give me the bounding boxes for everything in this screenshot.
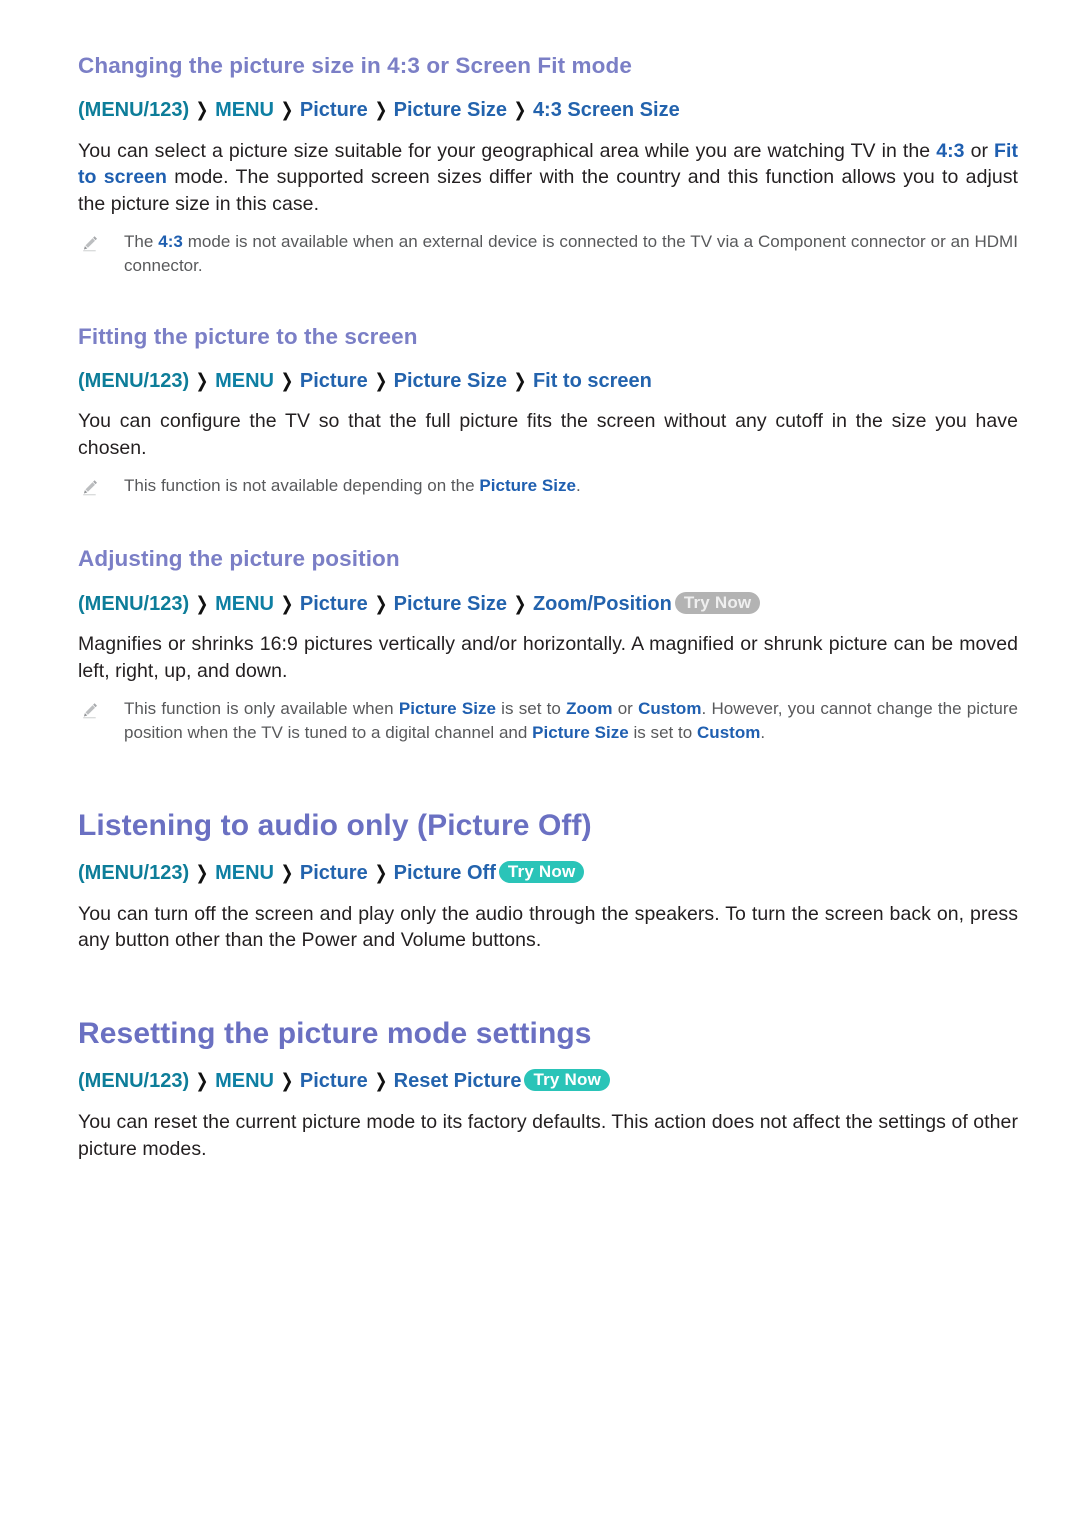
subsection-heading: Fitting the picture to the screen bbox=[78, 323, 418, 349]
breadcrumb-item[interactable]: Picture Size bbox=[394, 370, 507, 392]
try-now-badge[interactable]: Try Now bbox=[674, 591, 761, 614]
breadcrumb-item[interactable]: Picture bbox=[300, 99, 368, 121]
breadcrumb-paren-open: ( bbox=[78, 99, 85, 122]
inline-highlight: Picture Size bbox=[398, 699, 496, 719]
breadcrumb-item[interactable]: Picture bbox=[300, 862, 368, 884]
chevron-right-icon: ❯ bbox=[195, 1071, 209, 1093]
document-content: Changing the picture size in 4:3 or Scre… bbox=[78, 52, 1018, 1162]
note-text: The 4:3 mode is not available when an ex… bbox=[124, 232, 1018, 276]
breadcrumb-paren-close: ) bbox=[182, 369, 190, 392]
paragraph-resetting-picture-mode: You can reset the current picture mode t… bbox=[78, 1111, 1018, 1160]
breadcrumb-item[interactable]: Picture bbox=[300, 593, 368, 615]
paragraph-fitting-picture: You can configure the TV so that the ful… bbox=[78, 410, 1018, 459]
breadcrumb-item[interactable]: Picture Size bbox=[394, 593, 507, 615]
paragraph-changing-picture-size: You can select a picture size suitable f… bbox=[78, 139, 1019, 215]
breadcrumb-listening-audio-only: (MENU/123) ❯ MENU ❯ Picture ❯ Picture Off Try N… bbox=[78, 860, 1018, 887]
inline-highlight: Fit to screen bbox=[78, 139, 1019, 189]
breadcrumb-menu123[interactable]: MENU/123 bbox=[85, 1070, 183, 1092]
chevron-right-icon: ❯ bbox=[195, 593, 209, 615]
pencil-icon bbox=[78, 230, 124, 257]
breadcrumb-paren-open: ( bbox=[78, 369, 85, 392]
chevron-right-icon: ❯ bbox=[374, 1071, 388, 1093]
inline-highlight: Zoom bbox=[566, 699, 613, 719]
breadcrumb-fitting-picture: (MENU/123) ❯ MENU ❯ Picture ❯ Picture Size ❯ Fit… bbox=[78, 368, 1018, 395]
chevron-right-icon: ❯ bbox=[374, 863, 388, 885]
breadcrumb-menu123[interactable]: MENU/123 bbox=[85, 370, 183, 392]
breadcrumb-item[interactable]: 4:3 Screen Size bbox=[533, 99, 680, 121]
inline-highlight: 4:3 bbox=[158, 232, 183, 252]
chevron-right-icon: ❯ bbox=[374, 593, 388, 615]
inline-highlight: Custom bbox=[638, 699, 702, 719]
pencil-icon bbox=[78, 697, 124, 724]
breadcrumb-menu123[interactable]: MENU/123 bbox=[85, 99, 183, 121]
breadcrumb-paren-open: ( bbox=[78, 862, 85, 885]
document-page: Changing the picture size in 4:3 or Scre… bbox=[0, 0, 1080, 1527]
breadcrumb-item[interactable]: Picture Off bbox=[394, 862, 496, 884]
chevron-right-icon: ❯ bbox=[513, 370, 527, 392]
breadcrumb-item[interactable]: Picture bbox=[300, 370, 368, 392]
subsection-heading: Changing the picture size in 4:3 or Scre… bbox=[78, 53, 632, 78]
section-heading: Resetting the picture mode settings bbox=[78, 1016, 592, 1050]
breadcrumb-item[interactable]: Picture bbox=[300, 1070, 368, 1092]
chevron-right-icon: ❯ bbox=[195, 100, 209, 122]
chevron-right-icon: ❯ bbox=[280, 593, 294, 615]
inline-highlight: Custom bbox=[697, 723, 761, 743]
breadcrumb-adjusting-position: (MENU/123) ❯ MENU ❯ Picture ❯ Picture Size ❯ Zoo… bbox=[78, 591, 1018, 618]
note-item: This function is only available when Pic… bbox=[78, 697, 1018, 745]
breadcrumb-paren-open: ( bbox=[78, 592, 85, 615]
chevron-right-icon: ❯ bbox=[513, 100, 527, 122]
inline-highlight: Picture Size bbox=[532, 723, 629, 743]
chevron-right-icon: ❯ bbox=[195, 370, 209, 392]
breadcrumb-menu[interactable]: MENU bbox=[215, 862, 274, 884]
breadcrumb-menu[interactable]: MENU bbox=[215, 99, 274, 121]
note-text: This function is only available when Pic… bbox=[124, 699, 1018, 743]
breadcrumb-changing-picture-size: (MENU/123) ❯ MENU ❯ Picture ❯ Picture Size ❯ 4:3… bbox=[78, 97, 1018, 124]
chevron-right-icon: ❯ bbox=[374, 100, 388, 122]
chevron-right-icon: ❯ bbox=[280, 863, 294, 885]
inline-highlight: 4:3 bbox=[936, 139, 965, 162]
breadcrumb-paren-close: ) bbox=[182, 592, 190, 615]
breadcrumb-item[interactable]: Picture Size bbox=[394, 99, 507, 121]
note-item: This function is not available depending… bbox=[78, 474, 1018, 501]
breadcrumb-paren-close: ) bbox=[182, 99, 190, 122]
breadcrumb-item[interactable]: Zoom/Position bbox=[533, 593, 672, 615]
chevron-right-icon: ❯ bbox=[513, 593, 527, 615]
breadcrumb-paren-close: ) bbox=[182, 1070, 190, 1093]
section-heading: Listening to audio only (Picture Off) bbox=[78, 808, 592, 842]
pencil-icon bbox=[78, 474, 124, 501]
breadcrumb-item[interactable]: Reset Picture bbox=[394, 1070, 522, 1092]
chevron-right-icon: ❯ bbox=[374, 370, 388, 392]
breadcrumb-menu[interactable]: MENU bbox=[215, 1070, 274, 1092]
paragraph-listening-audio-only: You can turn off the screen and play onl… bbox=[78, 902, 1018, 952]
subsection-heading: Adjusting the picture position bbox=[78, 546, 400, 572]
breadcrumb-menu[interactable]: MENU bbox=[215, 593, 274, 615]
breadcrumb-paren-open: ( bbox=[78, 1070, 85, 1093]
try-now-badge[interactable]: Try Now bbox=[524, 1069, 610, 1092]
note-item: The 4:3 mode is not available when an ex… bbox=[78, 230, 1018, 278]
try-now-badge[interactable]: Try Now bbox=[498, 861, 585, 884]
chevron-right-icon: ❯ bbox=[280, 1071, 294, 1093]
breadcrumb-resetting-picture-mode: (MENU/123) ❯ MENU ❯ Picture ❯ Reset Picture Try… bbox=[78, 1068, 1018, 1095]
inline-highlight: Picture Size bbox=[479, 476, 576, 496]
breadcrumb-item[interactable]: Fit to screen bbox=[533, 370, 652, 392]
chevron-right-icon: ❯ bbox=[195, 863, 209, 885]
breadcrumb-menu123[interactable]: MENU/123 bbox=[85, 862, 183, 884]
chevron-right-icon: ❯ bbox=[280, 370, 294, 392]
breadcrumb-paren-close: ) bbox=[182, 862, 190, 885]
note-text: This function is not available depending… bbox=[124, 476, 581, 496]
paragraph-adjusting-position: Magnifies or shrinks 16:9 pictures verti… bbox=[78, 633, 1018, 682]
chevron-right-icon: ❯ bbox=[280, 100, 294, 122]
breadcrumb-menu123[interactable]: MENU/123 bbox=[85, 593, 183, 615]
breadcrumb-menu[interactable]: MENU bbox=[215, 370, 274, 392]
